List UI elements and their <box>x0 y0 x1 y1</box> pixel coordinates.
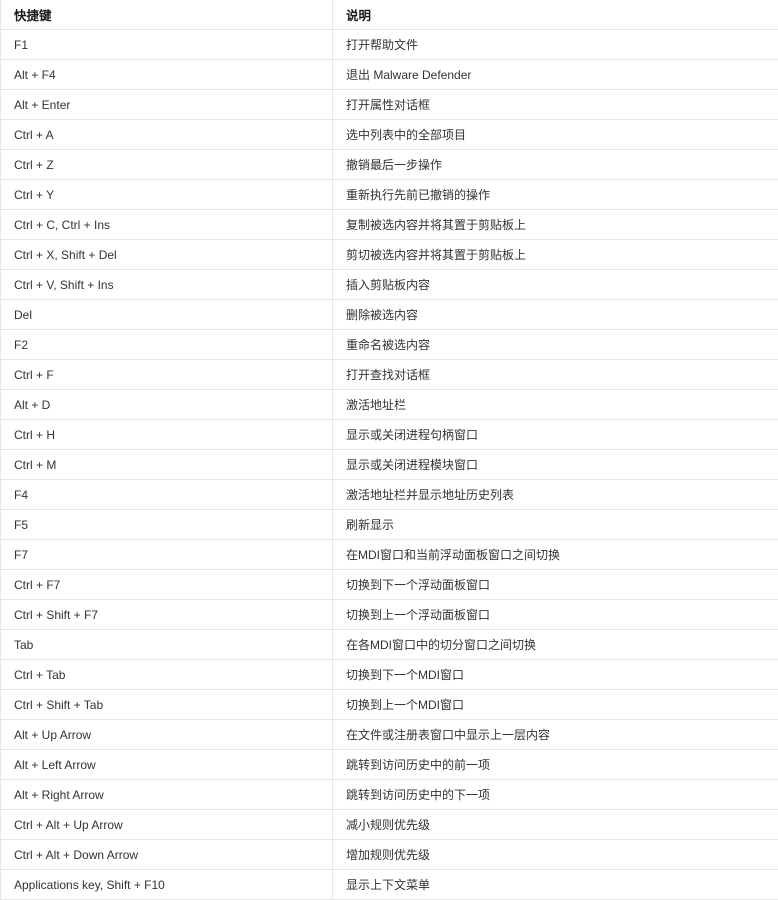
column-header-shortcut: 快捷键 <box>1 0 333 30</box>
shortcut-key-cell: Ctrl + Tab <box>1 660 333 690</box>
shortcut-description-cell: 重命名被选内容 <box>333 330 778 360</box>
shortcut-key-cell: F2 <box>1 330 333 360</box>
table-row: F7在MDI窗口和当前浮动面板窗口之间切换 <box>1 540 778 570</box>
shortcut-description-cell: 跳转到访问历史中的前一项 <box>333 750 778 780</box>
table-row: Ctrl + F7切换到下一个浮动面板窗口 <box>1 570 778 600</box>
shortcut-key-cell: Alt + Right Arrow <box>1 780 333 810</box>
shortcut-key-cell: Ctrl + Z <box>1 150 333 180</box>
column-header-description: 说明 <box>333 0 778 30</box>
shortcut-description-cell: 在MDI窗口和当前浮动面板窗口之间切换 <box>333 540 778 570</box>
table-row: F2重命名被选内容 <box>1 330 778 360</box>
shortcut-key-cell: Ctrl + Alt + Down Arrow <box>1 840 333 870</box>
table-row: Del删除被选内容 <box>1 300 778 330</box>
shortcut-key-cell: Ctrl + V, Shift + Ins <box>1 270 333 300</box>
shortcut-key-cell: Ctrl + Shift + F7 <box>1 600 333 630</box>
shortcut-key-cell: Ctrl + X, Shift + Del <box>1 240 333 270</box>
shortcut-description-cell: 在各MDI窗口中的切分窗口之间切换 <box>333 630 778 660</box>
shortcut-key-cell: Ctrl + C, Ctrl + Ins <box>1 210 333 240</box>
table-row: Alt + Left Arrow跳转到访问历史中的前一项 <box>1 750 778 780</box>
shortcut-description-cell: 跳转到访问历史中的下一项 <box>333 780 778 810</box>
shortcut-key-cell: Del <box>1 300 333 330</box>
shortcut-description-cell: 激活地址栏并显示地址历史列表 <box>333 480 778 510</box>
shortcut-description-cell: 删除被选内容 <box>333 300 778 330</box>
shortcut-key-cell: Alt + Up Arrow <box>1 720 333 750</box>
table-row: Ctrl + Shift + F7切换到上一个浮动面板窗口 <box>1 600 778 630</box>
shortcut-key-cell: Ctrl + F <box>1 360 333 390</box>
shortcut-key-cell: Alt + Enter <box>1 90 333 120</box>
shortcut-description-cell: 在文件或注册表窗口中显示上一层内容 <box>333 720 778 750</box>
table-row: Ctrl + V, Shift + Ins插入剪贴板内容 <box>1 270 778 300</box>
shortcut-description-cell: 切换到下一个MDI窗口 <box>333 660 778 690</box>
shortcut-key-cell: Ctrl + A <box>1 120 333 150</box>
shortcut-key-cell: Ctrl + Shift + Tab <box>1 690 333 720</box>
table-row: Ctrl + Z撤销最后一步操作 <box>1 150 778 180</box>
table-row: Ctrl + C, Ctrl + Ins复制被选内容并将其置于剪贴板上 <box>1 210 778 240</box>
table-row: Alt + Up Arrow在文件或注册表窗口中显示上一层内容 <box>1 720 778 750</box>
shortcut-description-cell: 撤销最后一步操作 <box>333 150 778 180</box>
shortcut-description-cell: 激活地址栏 <box>333 390 778 420</box>
table-body: F1打开帮助文件Alt + F4退出 Malware DefenderAlt +… <box>1 30 778 900</box>
table-row: F5刷新显示 <box>1 510 778 540</box>
shortcut-key-cell: Alt + D <box>1 390 333 420</box>
shortcut-key-cell: Ctrl + Alt + Up Arrow <box>1 810 333 840</box>
table-header: 快捷键 说明 <box>1 0 778 30</box>
keyboard-shortcuts-table: 快捷键 说明 F1打开帮助文件Alt + F4退出 Malware Defend… <box>0 0 778 900</box>
shortcut-description-cell: 剪切被选内容并将其置于剪贴板上 <box>333 240 778 270</box>
table-row: F4激活地址栏并显示地址历史列表 <box>1 480 778 510</box>
shortcut-description-cell: 切换到上一个MDI窗口 <box>333 690 778 720</box>
shortcut-description-cell: 显示或关闭进程模块窗口 <box>333 450 778 480</box>
shortcut-description-cell: 选中列表中的全部项目 <box>333 120 778 150</box>
table-row: Ctrl + Tab切换到下一个MDI窗口 <box>1 660 778 690</box>
table-header-row: 快捷键 说明 <box>1 0 778 30</box>
shortcut-key-cell: Ctrl + Y <box>1 180 333 210</box>
shortcut-description-cell: 减小规则优先级 <box>333 810 778 840</box>
shortcut-description-cell: 复制被选内容并将其置于剪贴板上 <box>333 210 778 240</box>
shortcut-description-cell: 插入剪贴板内容 <box>333 270 778 300</box>
shortcut-description-cell: 切换到上一个浮动面板窗口 <box>333 600 778 630</box>
table-row: F1打开帮助文件 <box>1 30 778 60</box>
table-row: Tab在各MDI窗口中的切分窗口之间切换 <box>1 630 778 660</box>
shortcut-description-cell: 增加规则优先级 <box>333 840 778 870</box>
table-row: Applications key, Shift + F10显示上下文菜单 <box>1 870 778 900</box>
table-row: Ctrl + X, Shift + Del剪切被选内容并将其置于剪贴板上 <box>1 240 778 270</box>
table-row: Alt + Right Arrow跳转到访问历史中的下一项 <box>1 780 778 810</box>
shortcut-key-cell: Ctrl + H <box>1 420 333 450</box>
shortcut-description-cell: 显示上下文菜单 <box>333 870 778 900</box>
table-row: Ctrl + Alt + Up Arrow减小规则优先级 <box>1 810 778 840</box>
shortcut-key-cell: Alt + F4 <box>1 60 333 90</box>
shortcut-key-cell: F7 <box>1 540 333 570</box>
shortcut-description-cell: 打开查找对话框 <box>333 360 778 390</box>
shortcut-description-cell: 刷新显示 <box>333 510 778 540</box>
table-row: Ctrl + Y重新执行先前已撤销的操作 <box>1 180 778 210</box>
table-row: Ctrl + Shift + Tab切换到上一个MDI窗口 <box>1 690 778 720</box>
shortcut-key-cell: Ctrl + F7 <box>1 570 333 600</box>
shortcut-key-cell: F4 <box>1 480 333 510</box>
shortcut-key-cell: Ctrl + M <box>1 450 333 480</box>
table-row: Alt + F4退出 Malware Defender <box>1 60 778 90</box>
shortcut-description-cell: 打开帮助文件 <box>333 30 778 60</box>
shortcut-description-cell: 显示或关闭进程句柄窗口 <box>333 420 778 450</box>
table-row: Alt + Enter打开属性对话框 <box>1 90 778 120</box>
shortcut-description-cell: 退出 Malware Defender <box>333 60 778 90</box>
table-row: Ctrl + Alt + Down Arrow增加规则优先级 <box>1 840 778 870</box>
table-row: Alt + D激活地址栏 <box>1 390 778 420</box>
table-row: Ctrl + M显示或关闭进程模块窗口 <box>1 450 778 480</box>
table-row: Ctrl + F打开查找对话框 <box>1 360 778 390</box>
shortcut-description-cell: 打开属性对话框 <box>333 90 778 120</box>
shortcut-key-cell: Alt + Left Arrow <box>1 750 333 780</box>
shortcut-key-cell: F1 <box>1 30 333 60</box>
shortcut-key-cell: Tab <box>1 630 333 660</box>
table-row: Ctrl + A选中列表中的全部项目 <box>1 120 778 150</box>
shortcut-key-cell: F5 <box>1 510 333 540</box>
shortcut-key-cell: Applications key, Shift + F10 <box>1 870 333 900</box>
shortcut-description-cell: 切换到下一个浮动面板窗口 <box>333 570 778 600</box>
shortcut-description-cell: 重新执行先前已撤销的操作 <box>333 180 778 210</box>
table-row: Ctrl + H显示或关闭进程句柄窗口 <box>1 420 778 450</box>
